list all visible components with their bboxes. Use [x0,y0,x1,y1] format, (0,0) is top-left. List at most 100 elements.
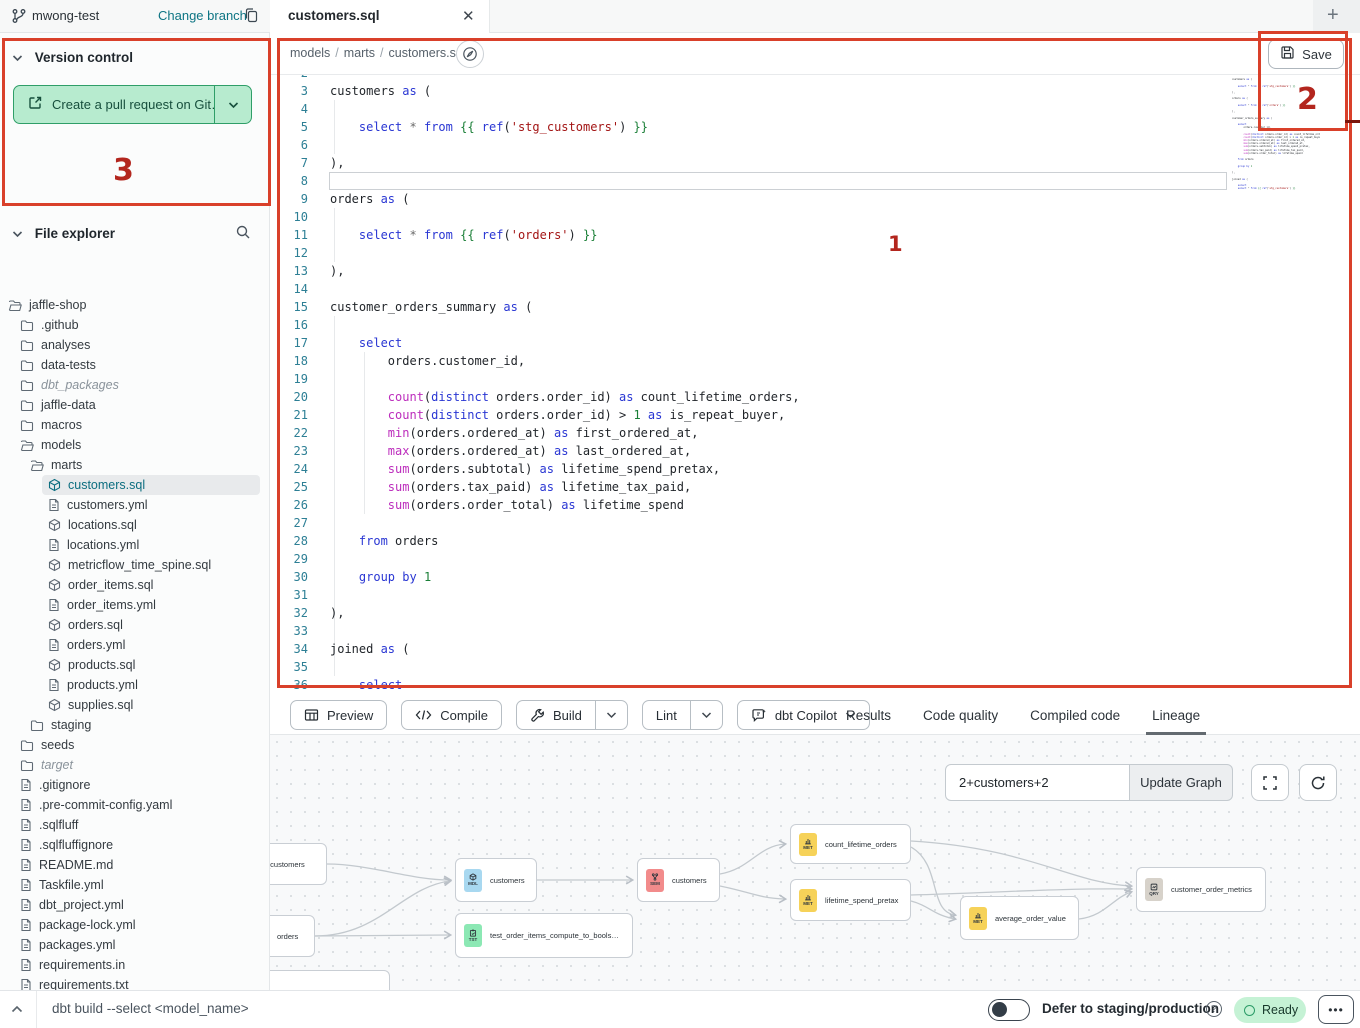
tree-item-customers-yml[interactable]: customers.yml [0,495,270,515]
code-editor[interactable]: 23customers as (45 select * from {{ ref(… [270,75,1360,695]
tree-item-taskfile-yml[interactable]: Taskfile.yml [0,875,270,895]
lineage-node-customers-model[interactable]: MDLcustomers [455,858,537,902]
tree-item-supplies-sql[interactable]: supplies.sql [0,695,270,715]
lineage-node-lifetime_spend_pretax[interactable]: METlifetime_spend_pretax [790,879,911,921]
code-line-31[interactable]: 31 [270,586,1360,604]
code-line-26[interactable]: 26 sum(orders.order_total) as lifetime_s… [270,496,1360,514]
code-line-13[interactable]: 13), [270,262,1360,280]
lineage-node-test-order-items[interactable]: TSTtest_order_items_compute_to_bools… [455,913,633,958]
build-button[interactable]: Build [516,700,628,730]
save-button[interactable]: Save [1268,39,1344,69]
code-line-28[interactable]: 28 from orders [270,532,1360,550]
tree-item--sqlfluff[interactable]: .sqlfluff [0,815,270,835]
tab-customers-sql[interactable]: customers.sql ✕ [270,0,490,34]
code-line-14[interactable]: 14 [270,280,1360,298]
code-line-29[interactable]: 29 [270,550,1360,568]
tree-item-analyses[interactable]: analyses [0,335,270,355]
code-line-17[interactable]: 17 select [270,334,1360,352]
code-line-21[interactable]: 21 count(distinct orders.order_id) > 1 a… [270,406,1360,424]
create-pull-request-button[interactable]: Create a pull request on Git… [13,85,252,124]
code-line-8[interactable]: 8 [270,172,1360,190]
defer-toggle[interactable] [988,999,1030,1021]
tree-item-macros[interactable]: macros [0,415,270,435]
code-line-11[interactable]: 11 select * from {{ ref('orders') }} [270,226,1360,244]
tab-lineage[interactable]: Lineage [1152,695,1200,735]
lineage-selector-input[interactable]: 2+customers+2 [945,764,1130,801]
create-pull-request-main[interactable]: Create a pull request on Git… [14,86,215,123]
code-line-27[interactable]: 27 [270,514,1360,532]
tree-item--pre-commit-config-yaml[interactable]: .pre-commit-config.yaml [0,795,270,815]
lineage-node-orders[interactable]: orders [270,915,315,957]
code-line-15[interactable]: 15customer_orders_summary as ( [270,298,1360,316]
lint-button[interactable]: Lint [642,700,723,730]
preview-button[interactable]: Preview [290,700,387,730]
code-line-30[interactable]: 30 group by 1 [270,568,1360,586]
refresh-button[interactable] [1299,764,1337,801]
tree-item--gitignore[interactable]: .gitignore [0,775,270,795]
lineage-node-partial-node[interactable] [270,970,390,990]
code-line-35[interactable]: 35 [270,658,1360,676]
tab-compiled-code[interactable]: Compiled code [1030,695,1120,735]
tree-item-orders-yml[interactable]: orders.yml [0,635,270,655]
code-line-34[interactable]: 34joined as ( [270,640,1360,658]
tree-item-order-items-sql[interactable]: order_items.sql [0,575,270,595]
code-line-24[interactable]: 24 sum(orders.subtotal) as lifetime_spen… [270,460,1360,478]
lineage-node-customer_order_metrics[interactable]: QRYcustomer_order_metrics [1136,867,1266,912]
dropdown-toggle[interactable] [595,701,627,729]
code-line-9[interactable]: 9orders as ( [270,190,1360,208]
explore-lineage-icon[interactable] [456,40,484,68]
code-line-33[interactable]: 33 [270,622,1360,640]
code-line-18[interactable]: 18 orders.customer_id, [270,352,1360,370]
tree-item-products-sql[interactable]: products.sql [0,655,270,675]
lineage-node-customers-semantic[interactable]: SEMcustomers [637,858,720,902]
command-input[interactable]: dbt build --select <model_name> [52,1001,249,1016]
code-line-16[interactable]: 16 [270,316,1360,334]
code-line-20[interactable]: 20 count(distinct orders.order_id) as co… [270,388,1360,406]
tree-item-models[interactable]: models [0,435,270,455]
tree-item-locations-yml[interactable]: locations.yml [0,535,270,555]
tab-results[interactable]: Results [846,695,891,735]
code-line-2[interactable]: 2 [270,75,1360,82]
tab-code-quality[interactable]: Code quality [923,695,998,735]
tree-item-dbt-packages[interactable]: dbt_packages [0,375,270,395]
change-branch-link[interactable]: Change branch [158,8,247,23]
file-explorer-header[interactable]: File explorer [12,226,262,241]
code-line-32[interactable]: 32), [270,604,1360,622]
tree-item-target[interactable]: target [0,755,270,775]
commit-docs-icon[interactable] [243,7,260,29]
new-tab-button[interactable]: + [1327,4,1339,27]
pr-button-dropdown[interactable] [215,101,251,109]
lineage-node-stg_customers[interactable]: stg_customers [270,843,327,885]
code-line-25[interactable]: 25 sum(orders.tax_paid) as lifetime_tax_… [270,478,1360,496]
tree-item-marts[interactable]: marts [0,455,270,475]
compile-button[interactable]: Compile [401,700,502,730]
code-line-7[interactable]: 7), [270,154,1360,172]
code-line-23[interactable]: 23 max(orders.ordered_at) as last_ordere… [270,442,1360,460]
code-line-10[interactable]: 10 [270,208,1360,226]
tree-item--sqlfluffignore[interactable]: .sqlfluffignore [0,835,270,855]
tree-item-locations-sql[interactable]: locations.sql [0,515,270,535]
lineage-canvas[interactable]: 2+customers+2 Update Graph stg_customers… [270,735,1360,990]
lineage-node-count_lifetime_orders[interactable]: METcount_lifetime_orders [790,824,911,864]
code-line-22[interactable]: 22 min(orders.ordered_at) as first_order… [270,424,1360,442]
update-graph-button[interactable]: Update Graph [1130,764,1233,801]
tree-item-data-tests[interactable]: data-tests [0,355,270,375]
code-line-19[interactable]: 19 [270,370,1360,388]
tab-close-icon[interactable]: ✕ [462,7,475,25]
search-icon[interactable] [235,224,252,244]
code-line-12[interactable]: 12 [270,244,1360,262]
tree-item-packages-yml[interactable]: packages.yml [0,935,270,955]
version-control-header[interactable]: Version control [12,50,133,65]
code-line-5[interactable]: 5 select * from {{ ref('stg_customers') … [270,118,1360,136]
code-line-3[interactable]: 3customers as ( [270,82,1360,100]
tree-item-customers-sql[interactable]: customers.sql [0,475,270,495]
tree-item-seeds[interactable]: seeds [0,735,270,755]
tree-item-jaffle-shop[interactable]: jaffle-shop [0,295,270,315]
code-line-36[interactable]: 36 select [270,676,1360,694]
tree-item-package-lock-yml[interactable]: package-lock.yml [0,915,270,935]
tree-item-dbt-project-yml[interactable]: dbt_project.yml [0,895,270,915]
expand-command-icon[interactable] [10,1001,24,1019]
code-minimap[interactable]: customers as ( select * from {{ ref('stg… [1232,75,1320,193]
help-icon[interactable]: ? [1206,1001,1222,1017]
tree-item-requirements-in[interactable]: requirements.in [0,955,270,975]
